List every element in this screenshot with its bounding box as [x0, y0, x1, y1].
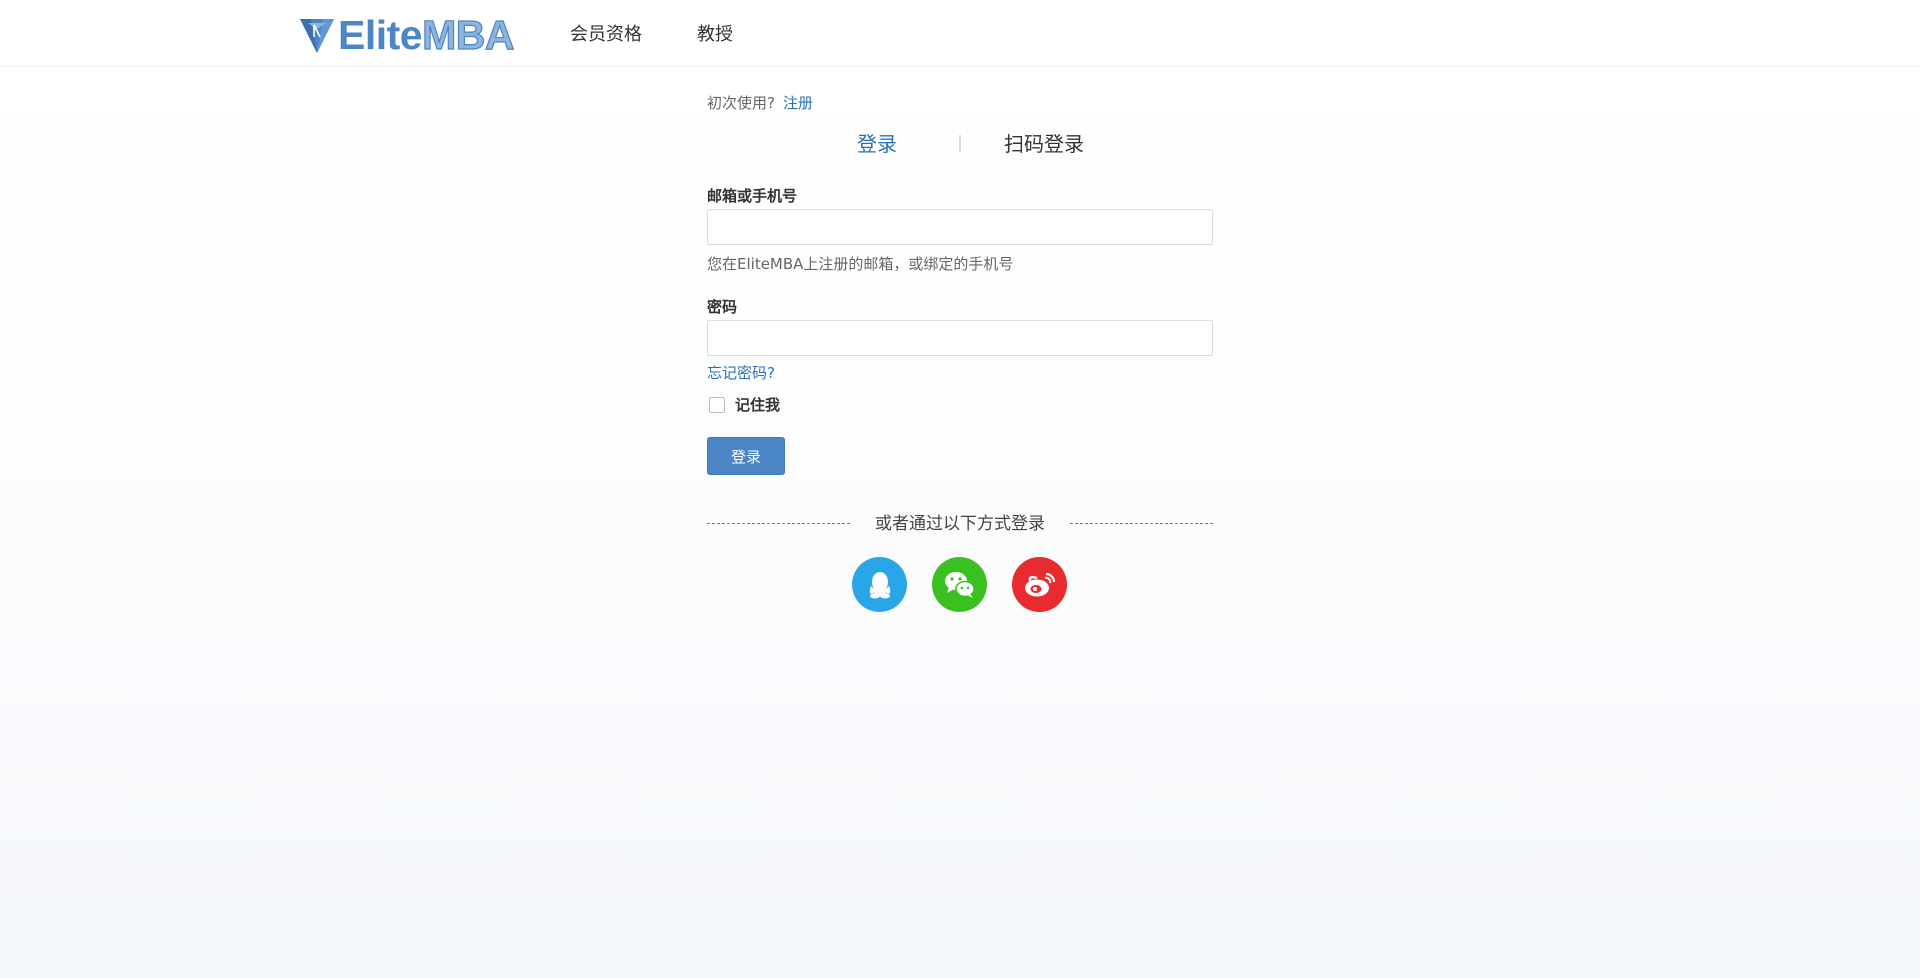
top-navbar: EliteMBA 会员资格 教授	[0, 0, 1920, 65]
account-label: 邮箱或手机号	[707, 187, 798, 205]
remember-me-label: 记住我	[735, 396, 781, 414]
account-input[interactable]	[707, 209, 1213, 245]
nav-item-membership[interactable]: 会员资格	[570, 20, 642, 46]
weibo-icon	[1024, 572, 1055, 596]
register-link[interactable]: 注册	[783, 94, 813, 112]
diamond-logo-icon	[300, 19, 334, 53]
alt-login-divider: 或者通过以下方式登录	[707, 509, 1213, 534]
logo-text-elite: Elite	[338, 12, 423, 58]
weibo-login-button[interactable]	[1012, 557, 1067, 612]
password-label: 密码	[707, 298, 738, 316]
elitemba-logo[interactable]: EliteMBA	[298, 12, 515, 58]
divider-line-right	[1070, 523, 1213, 524]
social-login-list	[852, 557, 1067, 612]
main-nav: 会员资格 教授	[570, 0, 788, 65]
nav-item-professors[interactable]: 教授	[697, 20, 733, 46]
wechat-icon	[944, 571, 975, 598]
remember-me-checkbox[interactable]	[709, 396, 725, 413]
alt-login-text: 或者通过以下方式登录	[875, 514, 1045, 534]
tab-qrcode-login[interactable]: 扫码登录	[1004, 128, 1084, 157]
remember-me[interactable]: 记住我	[709, 394, 780, 415]
forgot-password-link[interactable]: 忘记密码?	[707, 362, 775, 383]
logo-text-mba: MBA	[421, 12, 515, 58]
tab-password-login[interactable]: 登录	[857, 128, 897, 157]
account-hint: 您在EliteMBA上注册的邮箱，或绑定的手机号	[707, 255, 1014, 273]
login-submit-button[interactable]: 登录	[707, 437, 785, 475]
tab-separator	[959, 135, 961, 152]
login-tabs: 登录 扫码登录	[707, 128, 1213, 158]
logo-text: EliteMBA	[338, 12, 515, 58]
wechat-login-button[interactable]	[932, 557, 987, 612]
password-input[interactable]	[707, 320, 1213, 356]
qq-icon	[869, 571, 890, 598]
qq-login-button[interactable]	[852, 557, 907, 612]
first-use-line: 初次使用? 注册	[707, 92, 813, 113]
first-use-text: 初次使用?	[707, 94, 775, 112]
